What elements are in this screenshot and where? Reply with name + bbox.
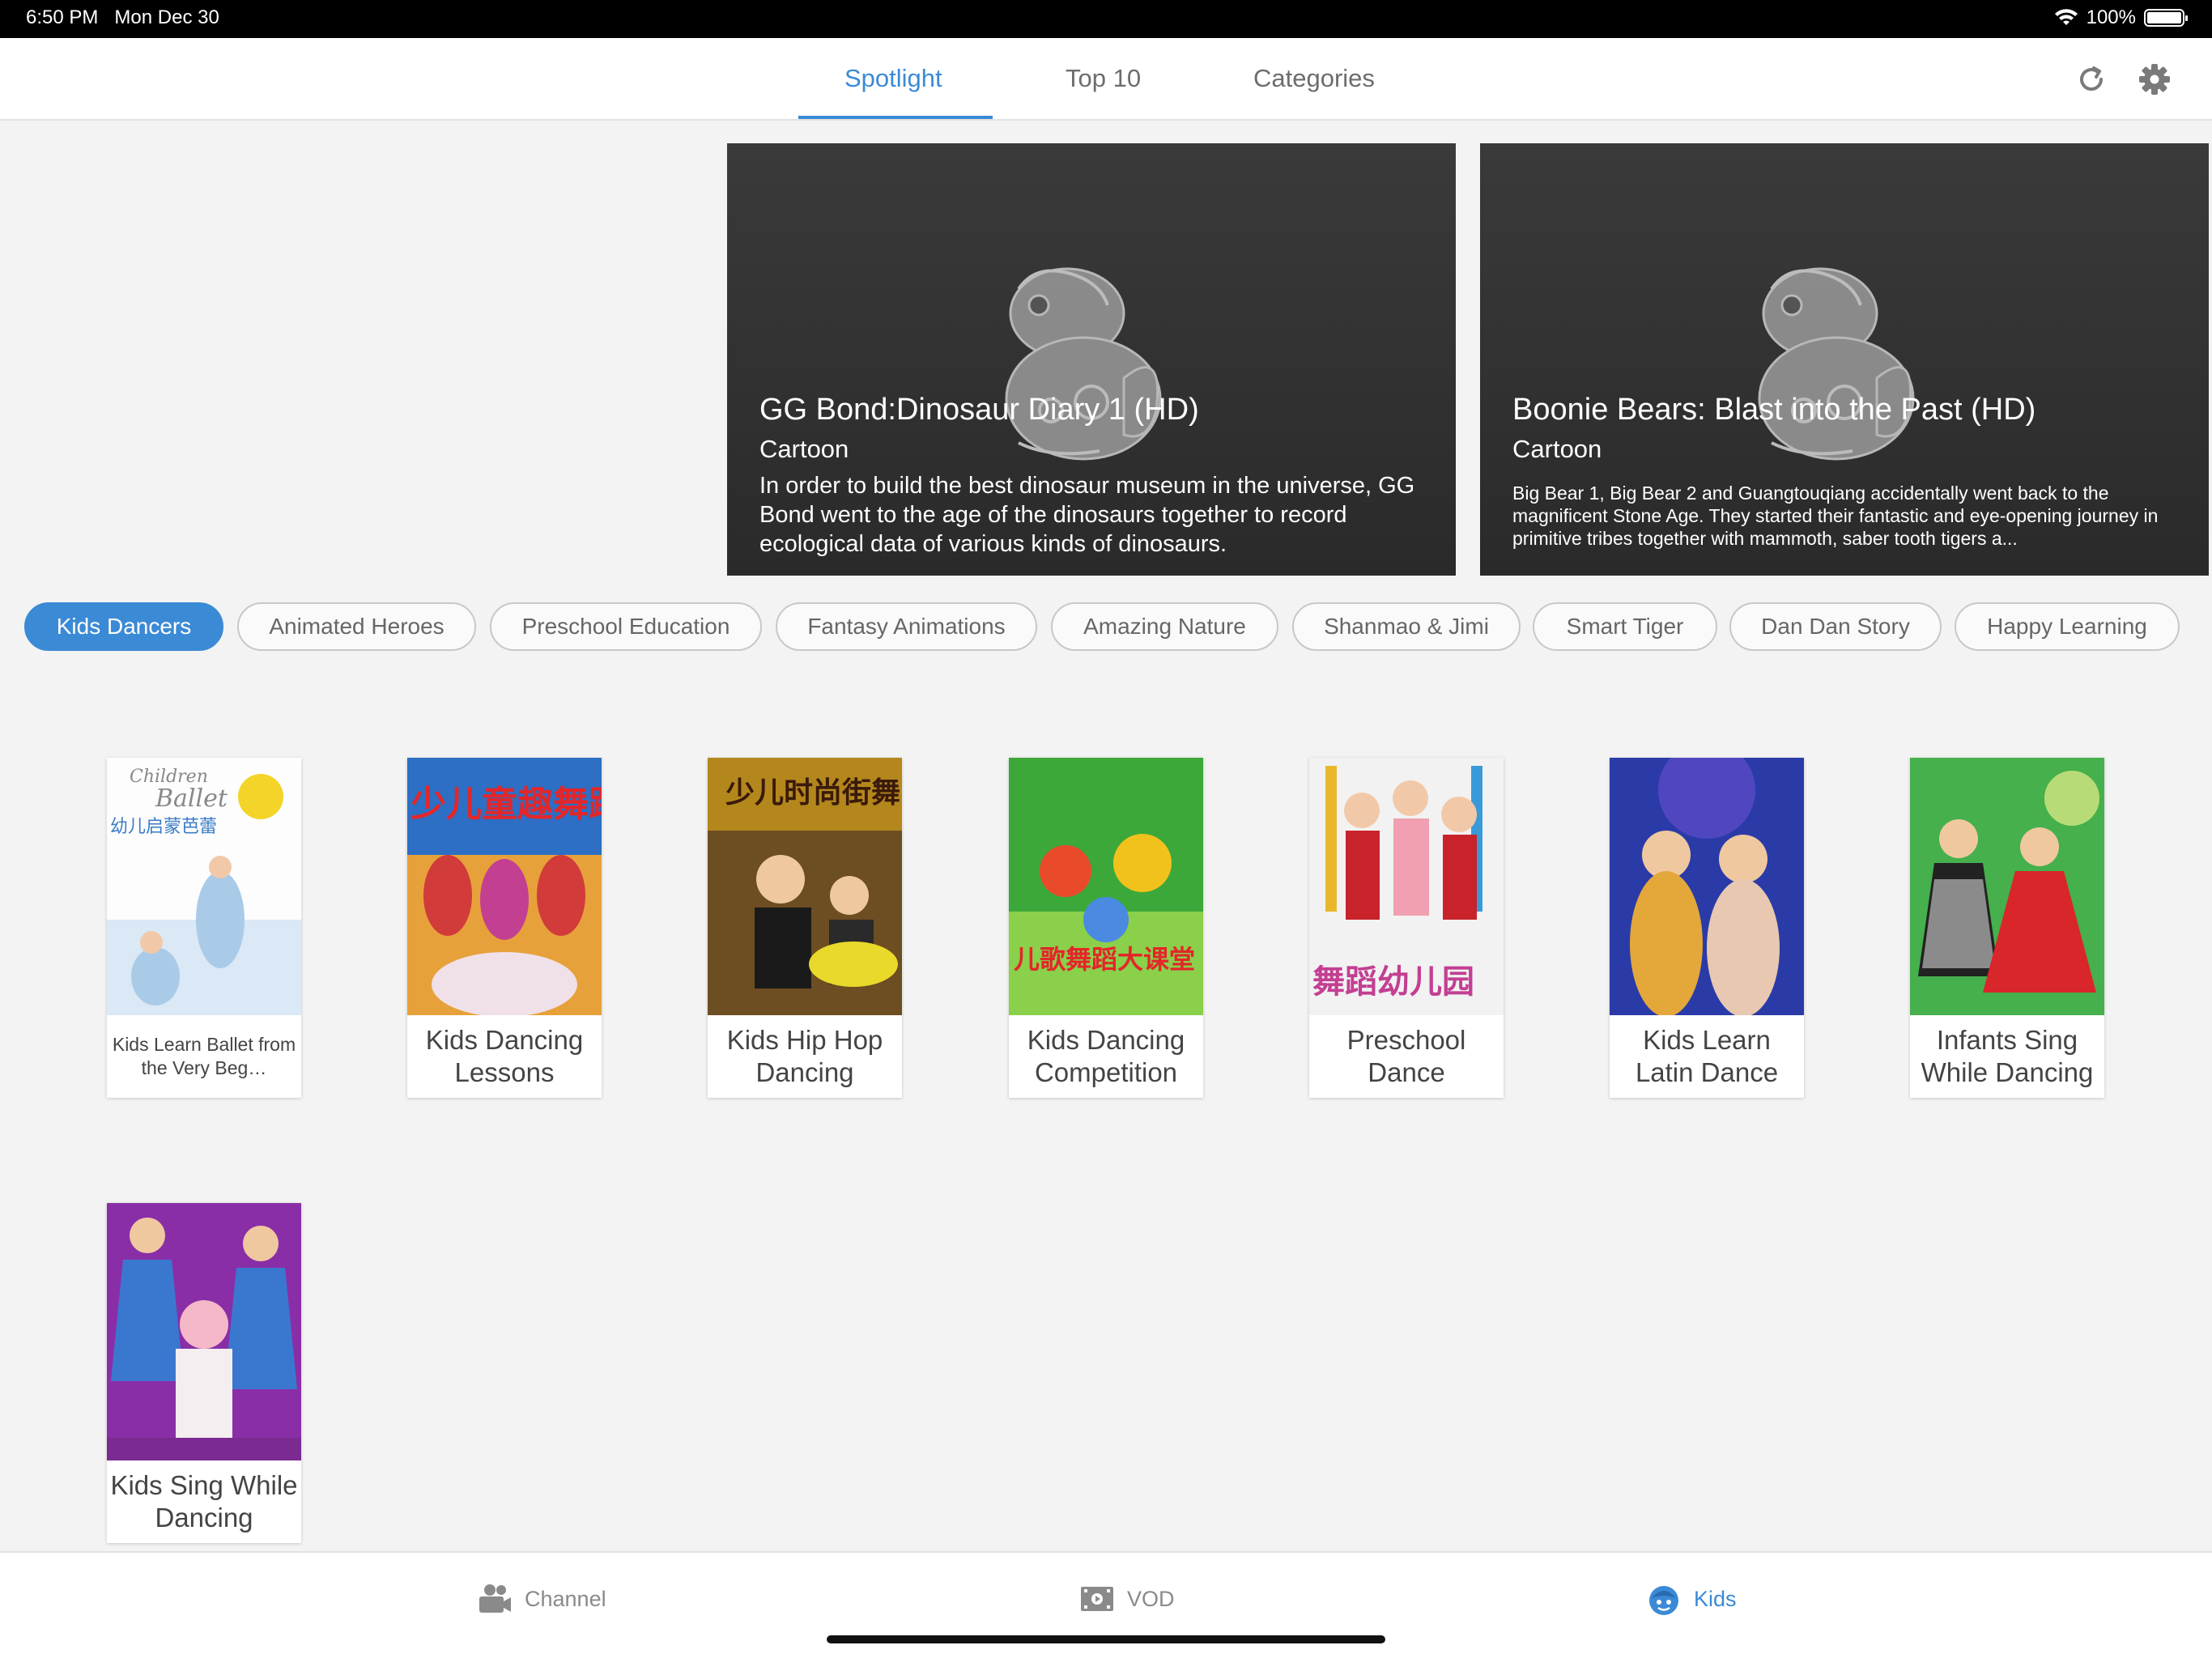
chip-fantasy-animations[interactable]: Fantasy Animations <box>776 602 1037 651</box>
tab-label: Kids <box>1694 1586 1737 1611</box>
status-time: 6:50 PM Mon Dec 30 <box>26 6 219 28</box>
chip-dan-dan-story[interactable]: Dan Dan Story <box>1729 602 1942 651</box>
poster-thumbnail: 舞蹈幼儿园 <box>1309 758 1504 1015</box>
chip-shanmao-jimi[interactable]: Shanmao & Jimi <box>1292 602 1521 651</box>
banner-genre: Cartoon <box>759 435 849 463</box>
lion-logo-icon <box>1758 267 1915 461</box>
home-indicator[interactable] <box>827 1635 1385 1643</box>
card-title: Kids Sing While Dancing <box>110 1470 298 1533</box>
tab-label: Channel <box>525 1586 606 1611</box>
video-card[interactable]: 儿歌舞蹈大课堂 Kids Dancing Competition <box>1009 758 1203 1098</box>
video-card[interactable]: Kids Sing While Dancing <box>107 1203 301 1543</box>
card-title: Kids Learn Ballet from the Very Beg… <box>112 1034 296 1078</box>
svg-text:Ballet: Ballet <box>155 784 228 813</box>
battery-percent: 100% <box>2086 6 2136 28</box>
tab-channel[interactable]: Channel <box>476 1580 606 1618</box>
svg-text:舞蹈幼儿园: 舞蹈幼儿园 <box>1312 963 1474 1001</box>
poster-thumbnail: 儿歌舞蹈大课堂 <box>1009 758 1203 1015</box>
poster-thumbnail <box>107 1203 301 1460</box>
card-title: Kids Learn Latin Dance <box>1635 1025 1779 1087</box>
tab-kids[interactable]: Kids <box>1645 1580 1737 1618</box>
svg-text:少儿童趣舞蹈: 少儿童趣舞蹈 <box>410 784 602 825</box>
lion-logo-icon <box>1005 267 1162 461</box>
poster-thumbnail: Children Ballet 幼儿启蒙芭蕾 <box>107 758 301 1015</box>
video-card[interactable]: Infants Sing While Dancing <box>1910 758 2104 1098</box>
card-title: Kids Hip Hop Dancing <box>726 1025 883 1087</box>
status-right: 100% <box>2054 6 2188 29</box>
card-title: Preschool Dance <box>1346 1025 1466 1087</box>
gear-icon[interactable] <box>2136 61 2173 98</box>
poster-thumbnail: 少儿童趣舞蹈 <box>407 758 602 1015</box>
banner-title: GG Bond:Dinosaur Diary 1 (HD) <box>759 393 1199 427</box>
banner-description: Big Bear 1, Big Bear 2 and Guangtouqiang… <box>1512 483 2159 549</box>
poster-thumbnail: 少儿时尚街舞 <box>708 758 902 1015</box>
banner-title: Boonie Bears: Blast into the Past (HD) <box>1512 393 2036 427</box>
banner-genre: Cartoon <box>1512 435 1602 463</box>
banner-description: In order to build the best dinosaur muse… <box>759 473 1415 557</box>
tab-top-10[interactable]: Top 10 <box>1066 64 1141 93</box>
active-tab-indicator <box>798 116 993 119</box>
card-title: Infants Sing While Dancing <box>1921 1025 2094 1087</box>
featured-banner[interactable]: Boonie Bears: Blast into the Past (HD) C… <box>1480 143 2209 576</box>
tab-spotlight[interactable]: Spotlight <box>844 64 942 93</box>
battery-icon <box>2144 9 2188 27</box>
svg-text:少儿时尚街舞: 少儿时尚街舞 <box>725 776 900 810</box>
wifi-icon <box>2054 9 2078 25</box>
poster-thumbnail <box>1910 758 2104 1015</box>
card-title: Kids Dancing Lessons <box>425 1025 584 1087</box>
svg-text:幼儿启蒙芭蕾: 幼儿启蒙芭蕾 <box>110 817 217 837</box>
chip-kids-dancers[interactable]: Kids Dancers <box>24 602 223 651</box>
film-icon <box>1081 1587 1113 1611</box>
chip-happy-learning[interactable]: Happy Learning <box>1955 602 2180 651</box>
chip-amazing-nature[interactable]: Amazing Nature <box>1051 602 1278 651</box>
tab-label: VOD <box>1127 1586 1175 1611</box>
featured-banner[interactable]: GG Bond:Dinosaur Diary 1 (HD) Cartoon In… <box>727 143 1456 576</box>
top-nav: Spotlight Top 10 Categories <box>0 38 2212 121</box>
card-title: Kids Dancing Competition <box>1027 1025 1185 1087</box>
kid-face-icon <box>1649 1586 1678 1615</box>
poster-thumbnail <box>1610 758 1804 1015</box>
svg-text:儿歌舞蹈大课堂: 儿歌舞蹈大课堂 <box>1014 944 1195 975</box>
status-bar: 6:50 PM Mon Dec 30 100% <box>0 0 2212 38</box>
chip-smart-tiger[interactable]: Smart Tiger <box>1533 602 1717 651</box>
tab-categories[interactable]: Categories <box>1253 64 1375 93</box>
refresh-icon[interactable] <box>2073 61 2110 98</box>
video-card[interactable]: Kids Learn Latin Dance <box>1610 758 1804 1098</box>
video-card[interactable]: 少儿时尚街舞 Kids Hip Hop Dancing <box>708 758 902 1098</box>
video-card[interactable]: 少儿童趣舞蹈 Kids Dancing Lessons <box>407 758 602 1098</box>
chip-preschool-education[interactable]: Preschool Education <box>490 602 762 651</box>
video-card[interactable]: Children Ballet 幼儿启蒙芭蕾 Kids Learn Ballet… <box>107 758 301 1098</box>
tab-vod[interactable]: VOD <box>1078 1580 1175 1618</box>
chip-animated-heroes[interactable]: Animated Heroes <box>237 602 476 651</box>
camera-icon <box>479 1584 511 1613</box>
video-card[interactable]: 舞蹈幼儿园 Preschool Dance <box>1309 758 1504 1098</box>
